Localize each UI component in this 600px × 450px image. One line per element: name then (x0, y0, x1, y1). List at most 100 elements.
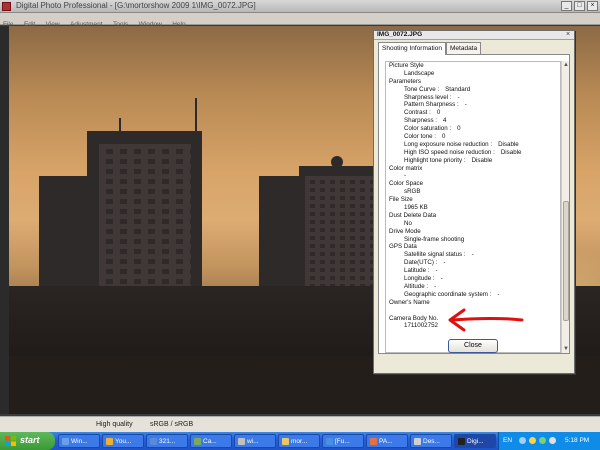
antenna (195, 98, 197, 132)
info-row-value: 0 (442, 133, 446, 141)
start-button[interactable]: start (0, 432, 55, 450)
scroll-up-icon[interactable]: ▲ (562, 61, 570, 69)
task-app-icon (106, 438, 113, 445)
taskbar-button-label: Des... (423, 438, 440, 445)
volume-icon[interactable] (529, 437, 536, 444)
taskbar-button-label: Digi... (467, 438, 484, 445)
system-tray: EN 5:18 PM (498, 432, 600, 450)
info-row-label: Picture Style (389, 62, 424, 69)
info-row-label: Color saturation : (404, 125, 452, 133)
info-row-label: Owner's Name (389, 298, 430, 306)
info-section-heading: Color Space (386, 180, 560, 188)
info-row: Contrast : 0 (386, 109, 560, 117)
info-row: - (386, 172, 560, 180)
info-row-label: High ISO speed noise reduction : (404, 148, 495, 156)
taskbar-button-label: 321... (159, 438, 176, 445)
info-row-value: - (497, 290, 500, 298)
taskbar-button[interactable]: mor... (278, 434, 320, 448)
info-row: Date(UTC) :- (386, 259, 560, 267)
info-row-label: sRGB (404, 188, 421, 196)
taskbar-button[interactable]: Digi... (454, 434, 496, 448)
info-row-label: Color matrix (389, 164, 423, 172)
info-row-value: Standard (445, 85, 471, 93)
info-row-label: Altitude : (404, 282, 429, 290)
info-section-heading: File Size (386, 196, 560, 204)
tab-metadata[interactable]: Metadata (446, 42, 482, 54)
info-row-value: Disable (498, 140, 519, 148)
info-row-label: Color tone : (404, 133, 436, 141)
info-row-label: Camera Body No. (389, 314, 439, 322)
taskbar: start Win... You... 321... Ca... wi... mor...… (0, 432, 600, 450)
task-app-icon (370, 438, 377, 445)
info-dialog-titlebar[interactable]: IMG_0072.JPG × (374, 31, 574, 40)
satellite-dish (331, 156, 343, 168)
task-app-icon (282, 438, 289, 445)
taskbar-button[interactable]: [Fu... (322, 434, 364, 448)
edit-window-edge (0, 26, 9, 414)
info-row: Longitude :- (386, 275, 560, 283)
network-icon[interactable] (519, 437, 526, 444)
info-row: Tone Curve : Standard (386, 86, 560, 94)
info-row-value: - (440, 275, 443, 283)
minimize-button[interactable]: _ (561, 1, 572, 11)
close-icon[interactable]: × (564, 31, 572, 39)
info-row: Color saturation : 0 (386, 125, 560, 133)
vertical-scrollbar[interactable]: ▲ ▼ (561, 61, 569, 353)
taskbar-button[interactable]: Win... (58, 434, 100, 448)
taskbar-button[interactable]: Des... (410, 434, 452, 448)
info-row-value: Disable (500, 148, 522, 156)
info-section-heading: Drive Mode (386, 228, 560, 236)
taskbar-button[interactable]: 321... (146, 434, 188, 448)
info-row-label: GPS Data (389, 243, 417, 251)
scroll-thumb[interactable] (563, 201, 569, 321)
taskbar-button-label: You... (115, 438, 132, 445)
info-row: 1965 KB (386, 204, 560, 212)
info-row-label: Single-frame shooting (404, 235, 465, 243)
info-row-value: - (471, 251, 474, 259)
task-app-icon (458, 438, 465, 445)
info-row: Altitude :- (386, 283, 560, 291)
info-row-value: 4 (443, 117, 447, 125)
info-section-heading: GPS Data (386, 243, 560, 251)
info-row-label: Sharpness : (404, 117, 438, 125)
info-row: sRGB (386, 188, 560, 196)
taskbar-button[interactable]: You... (102, 434, 144, 448)
info-row-label: Date(UTC) : (404, 259, 438, 267)
info-row-label: Geographic coordinate system : (404, 290, 492, 298)
taskbar-button[interactable]: PA... (366, 434, 408, 448)
taskbar-button[interactable]: Ca... (190, 434, 232, 448)
info-row-label: Pattern Sharpness : (404, 101, 459, 109)
info-row: Geographic coordinate system :- (386, 291, 560, 299)
info-row-value: 0 (457, 125, 461, 133)
task-app-icon (238, 438, 245, 445)
language-indicator[interactable]: EN (503, 437, 512, 444)
info-row-label: Longitude : (404, 275, 435, 283)
quality-status: High quality (96, 421, 133, 428)
info-row-label: File Size (389, 196, 413, 204)
info-row-label: Parameters (389, 77, 421, 85)
taskbar-button-label: wi... (247, 438, 259, 445)
info-row-value: - (457, 93, 460, 101)
tray-app-icon[interactable] (549, 437, 556, 444)
clock[interactable]: 5:18 PM (565, 437, 589, 444)
close-button[interactable]: Close (448, 339, 498, 353)
info-row-label: Contrast : (404, 109, 431, 117)
task-app-icon (62, 438, 69, 445)
close-window-button[interactable]: × (587, 1, 598, 11)
info-row: Single-frame shooting (386, 236, 560, 244)
scroll-down-icon[interactable]: ▼ (562, 345, 570, 353)
info-row-label: 1965 KB (404, 204, 428, 212)
info-row: Long exposure noise reduction : Disable (386, 141, 560, 149)
taskbar-button[interactable]: wi... (234, 434, 276, 448)
info-section-heading: Color matrix (386, 165, 560, 173)
window-title: Digital Photo Professional - [G:\mortors… (16, 1, 256, 10)
tab-shooting-information[interactable]: Shooting Information (378, 42, 446, 55)
maximize-button[interactable]: □ (574, 1, 585, 11)
info-row-value: Disable (471, 156, 493, 164)
taskbar-button-label: PA... (379, 438, 393, 445)
security-icon[interactable] (539, 437, 546, 444)
taskbar-button-label: Win... (71, 438, 88, 445)
title-bar[interactable]: Digital Photo Professional - [G:\mortors… (0, 0, 600, 13)
menu-bar: File Edit View Adjustment Tools Window H… (0, 13, 600, 28)
info-row-label: Tone Curve : (404, 85, 440, 93)
